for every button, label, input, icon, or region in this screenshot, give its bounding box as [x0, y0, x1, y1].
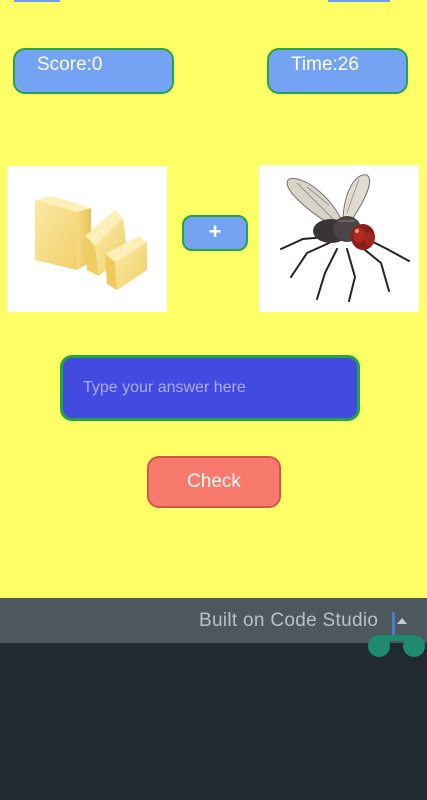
app-screen: Score:0 Time:26 + Type your answer here …: [0, 0, 427, 800]
check-button[interactable]: Check: [147, 456, 281, 508]
plus-operator: +: [182, 215, 248, 251]
timer-display: Time:26: [267, 48, 408, 94]
code-studio-footer[interactable]: Built on Code Studio: [0, 598, 427, 643]
code-studio-logo-icon: [368, 612, 425, 657]
answer-input[interactable]: [60, 355, 360, 421]
game-area: Score:0 Time:26 + Type your answer here …: [0, 0, 427, 598]
fly-picture: [280, 174, 410, 302]
butter-picture: [35, 196, 147, 290]
top-edge-element-right: [328, 0, 390, 2]
butter-image: [7, 166, 167, 312]
score-display: Score:0: [13, 48, 174, 94]
built-on-code-studio-link[interactable]: Built on Code Studio: [199, 610, 378, 632]
fly-image: [259, 165, 419, 312]
top-edge-element-left: [14, 0, 60, 2]
